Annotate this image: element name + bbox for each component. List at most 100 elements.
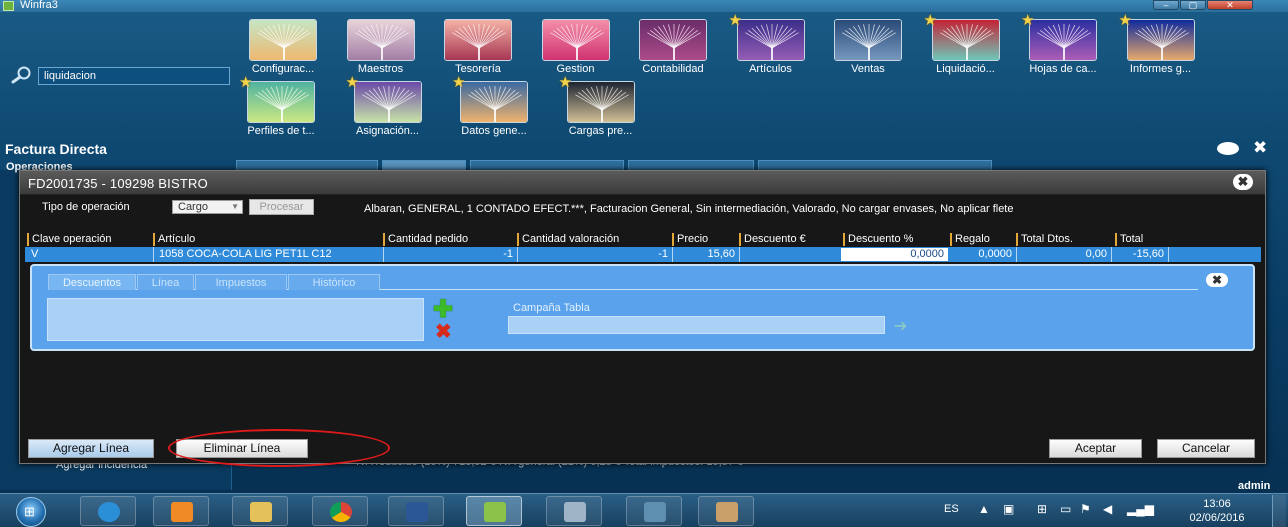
taskbar-explorer[interactable] (232, 496, 288, 526)
taskbar-media[interactable] (153, 496, 209, 526)
cell-regalo: 0,0000 (952, 247, 1017, 262)
user-label: admin (1238, 480, 1271, 492)
module-tile-8[interactable]: Hojas de ca... (1025, 19, 1101, 75)
module-tile-7[interactable]: Liquidació... (928, 19, 1004, 75)
cell-total-dtos: 0,00 (1018, 247, 1112, 262)
taskbar-ie[interactable] (80, 496, 136, 526)
cell-total: -15,60 (1113, 247, 1169, 262)
grid-header: Clave operación Artículo Cantidad pedido… (27, 233, 1259, 246)
cancelar-button[interactable]: Cancelar (1157, 439, 1255, 458)
delete-icon[interactable]: ✖ (435, 322, 452, 342)
tipo-operacion-value: Cargo (178, 201, 208, 213)
volume-icon[interactable]: ◀ (1103, 502, 1112, 516)
campana-tabla-input[interactable] (508, 316, 885, 334)
module-tile-1[interactable]: Maestros (343, 19, 419, 75)
tile-image (346, 19, 415, 61)
module-tile-r2-3[interactable]: Cargas pre... (563, 81, 639, 137)
close-icon[interactable]: ✖ (1253, 138, 1267, 158)
tile-label: Hojas de ca... (1029, 63, 1097, 75)
signal-icon[interactable]: ▂▄▆ (1127, 502, 1154, 516)
tile-label: Perfiles de t... (247, 125, 315, 137)
start-button[interactable]: ⊞ (4, 495, 56, 527)
module-tile-6[interactable]: Ventas (830, 19, 906, 75)
column-header[interactable]: Descuento % (843, 233, 949, 246)
app-icon-2 (564, 502, 586, 522)
taskbar-winfra[interactable] (466, 496, 522, 526)
tray-app-icon[interactable]: ▣ (1003, 502, 1014, 516)
module-tile-5[interactable]: Artículos (733, 19, 809, 75)
tile-image (460, 81, 528, 123)
taskbar-chrome[interactable] (312, 496, 368, 526)
module-tile-0[interactable]: Configurac... (245, 19, 321, 75)
tab-linea[interactable]: Línea (137, 274, 194, 290)
tile-image (444, 19, 512, 61)
column-header[interactable]: Descuento € (739, 233, 842, 246)
tile-image (249, 19, 317, 61)
arrow-right-icon[interactable]: ➔ (894, 316, 907, 336)
tab-impuestos[interactable]: Impuestos (195, 274, 287, 290)
page-title: Factura Directa (5, 141, 107, 157)
tipo-operacion-select[interactable]: Cargo ▼ (172, 200, 243, 214)
module-tile-2[interactable]: Tesorería (440, 19, 516, 75)
module-tile-9[interactable]: Informes g... (1123, 19, 1199, 75)
tray-monitor-icon[interactable]: ▭ (1060, 502, 1071, 516)
star-icon: ★ (728, 12, 742, 29)
dialog-title: FD2001735 - 109298 BISTRO (28, 176, 208, 191)
minimize-button[interactable]: – (1153, 0, 1179, 10)
detail-close-icon[interactable]: ✖ (1206, 273, 1228, 287)
module-tile-4[interactable]: Contabilidad (635, 19, 711, 75)
maximize-button[interactable]: ▢ (1180, 0, 1206, 10)
operation-description: Albaran, GENERAL, 1 CONTADO EFECT.***, F… (364, 203, 1014, 215)
star-icon: ★ (923, 12, 937, 29)
show-desktop-button[interactable] (1272, 495, 1286, 527)
aceptar-button[interactable]: Aceptar (1049, 439, 1142, 458)
tile-label: Liquidació... (936, 63, 995, 75)
module-tile-r2-2[interactable]: Datos gene... (456, 81, 532, 137)
module-tile-3[interactable]: Gestion (538, 19, 614, 75)
tray-windows-icon[interactable]: ⊞ (1037, 502, 1047, 516)
tab-historico[interactable]: Histórico (288, 274, 380, 290)
tile-label: Datos gene... (461, 125, 527, 137)
dialog-close-icon[interactable]: ✖ (1233, 174, 1253, 190)
column-header[interactable]: Cantidad valoración (517, 233, 671, 246)
paint-icon (716, 502, 738, 522)
highlight-ellipse (168, 429, 390, 467)
star-icon: ★ (452, 74, 466, 91)
clock-time: 13:06 (1203, 498, 1231, 510)
toggle-icon[interactable] (1217, 142, 1239, 155)
clock[interactable]: 13:06 02/06/2016 (1185, 497, 1249, 525)
tab-descuentos[interactable]: Descuentos (48, 274, 136, 290)
language-indicator[interactable]: ES (944, 503, 959, 515)
search-input[interactable]: liquidacion (38, 67, 230, 85)
module-tile-r2-0[interactable]: Perfiles de t... (243, 81, 319, 137)
taskbar-word[interactable] (388, 496, 444, 526)
winfra-icon (484, 502, 506, 522)
taskbar-screen[interactable] (626, 496, 682, 526)
descuento-pct-input[interactable]: 0,0000 (840, 247, 949, 262)
folder-icon (250, 502, 272, 522)
agregar-linea-button[interactable]: Agregar Línea (28, 439, 154, 458)
invoice-line-dialog: FD2001735 - 109298 BISTRO ✖ Tipo de oper… (19, 170, 1266, 467)
table-row[interactable]: V 1058 COCA-COLA LIG PET1L C12 -1 -1 15,… (25, 247, 1261, 262)
column-header[interactable]: Cantidad pedido (383, 233, 516, 246)
column-header[interactable]: Total Dtos. (1016, 233, 1100, 246)
star-icon: ★ (345, 74, 359, 91)
discount-list[interactable] (47, 298, 424, 341)
screen-icon (644, 502, 666, 522)
taskbar-paint[interactable] (698, 496, 754, 526)
taskbar-app[interactable] (546, 496, 602, 526)
column-header[interactable]: Precio (672, 233, 738, 246)
add-icon[interactable]: ✚ (433, 298, 453, 322)
line-detail-panel: Descuentos Línea Impuestos Histórico ✖ ✚… (30, 264, 1255, 351)
window-titlebar: Winfra3 – ▢ ✕ (0, 0, 1288, 12)
tray-arrow-icon[interactable]: ▲ (978, 502, 990, 516)
column-header[interactable]: Clave operación (27, 233, 152, 246)
tray-flag-icon[interactable]: ⚑ (1080, 502, 1091, 516)
module-tile-r2-1[interactable]: Asignación... (350, 81, 426, 137)
column-header[interactable]: Regalo (950, 233, 1015, 246)
procesar-button[interactable]: Procesar (249, 199, 314, 215)
word-icon (406, 502, 428, 522)
column-header[interactable]: Total (1115, 233, 1165, 246)
close-button[interactable]: ✕ (1207, 0, 1253, 10)
column-header[interactable]: Artículo (153, 233, 382, 246)
